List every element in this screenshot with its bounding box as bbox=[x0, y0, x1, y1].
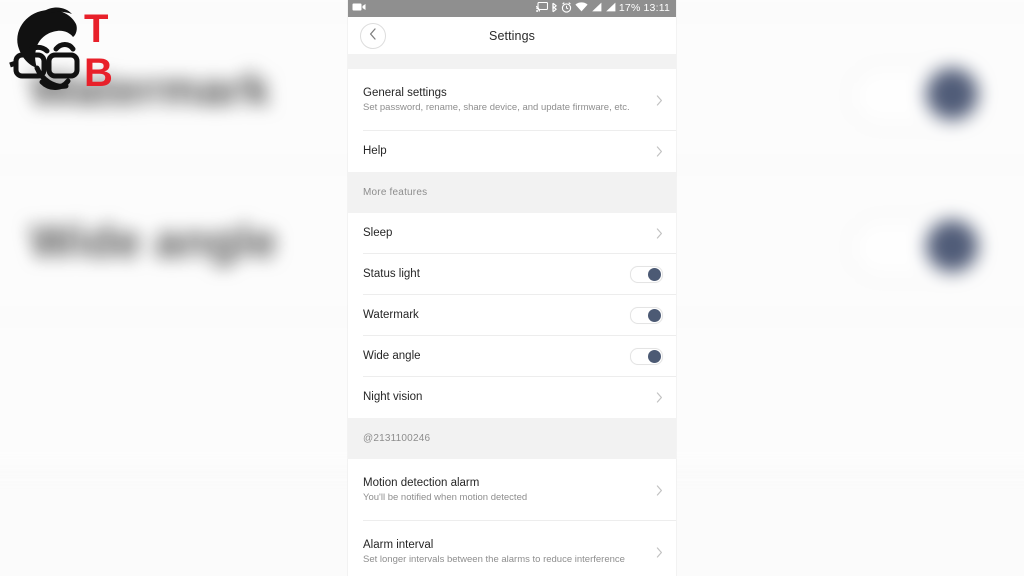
row-title: Night vision bbox=[363, 391, 423, 404]
status-bar-left-icons bbox=[352, 2, 366, 15]
row-help[interactable]: Help bbox=[348, 131, 676, 172]
section-header-more-features: More features bbox=[348, 172, 676, 213]
row-night-vision[interactable]: Night vision bbox=[348, 377, 676, 418]
svg-text:B: B bbox=[84, 51, 113, 95]
title-bar: Settings bbox=[348, 17, 676, 54]
signal-bar-icon-1 bbox=[591, 2, 602, 15]
row-text-block: Night vision bbox=[363, 390, 656, 404]
settings-group-more-features: Sleep Status light Watermark Wide angle … bbox=[348, 213, 676, 418]
row-wide-angle[interactable]: Wide angle bbox=[348, 336, 676, 377]
row-subtitle: Set password, rename, share device, and … bbox=[363, 102, 630, 114]
phone-screenshot-panel: 17% 13:11 Settings General settings Set … bbox=[348, 0, 676, 576]
row-text-block: Wide angle bbox=[363, 349, 630, 363]
toggle-knob bbox=[648, 268, 661, 281]
toggle-status-light[interactable] bbox=[630, 266, 663, 283]
clock: 13:11 bbox=[643, 2, 670, 15]
chevron-right-icon bbox=[656, 228, 663, 239]
chevron-right-icon bbox=[656, 146, 663, 157]
section-spacer bbox=[348, 54, 676, 69]
back-button[interactable] bbox=[360, 22, 386, 49]
row-text-block: Status light bbox=[363, 267, 630, 281]
row-title: General settings bbox=[363, 86, 447, 99]
row-sleep[interactable]: Sleep bbox=[348, 213, 676, 254]
row-text-block: Watermark bbox=[363, 308, 630, 322]
row-title: Watermark bbox=[363, 309, 419, 322]
row-title: Sleep bbox=[363, 227, 393, 240]
toggle-watermark[interactable] bbox=[630, 307, 663, 324]
signal-bar-icon-2 bbox=[605, 2, 616, 15]
row-title: Motion detection alarm bbox=[363, 476, 480, 489]
row-title: Help bbox=[363, 145, 387, 158]
chevron-right-icon bbox=[656, 546, 663, 558]
settings-group-general: General settings Set password, rename, s… bbox=[348, 69, 676, 172]
alarm-clock-icon bbox=[561, 1, 572, 16]
row-status-light[interactable]: Status light bbox=[348, 254, 676, 295]
chevron-right-icon bbox=[656, 484, 663, 496]
backdrop-toggle-knob bbox=[926, 220, 978, 272]
row-title: Wide angle bbox=[363, 350, 421, 363]
chevron-left-icon bbox=[369, 27, 377, 45]
row-subtitle: You'll be notified when motion detected bbox=[363, 492, 528, 504]
toggle-knob bbox=[648, 309, 661, 322]
toggle-wide-angle[interactable] bbox=[630, 348, 663, 365]
row-title: Alarm interval bbox=[363, 538, 434, 551]
row-general-settings[interactable]: General settings Set password, rename, s… bbox=[348, 69, 676, 131]
section-header-device-id: @2131100246 bbox=[348, 418, 676, 459]
chevron-right-icon bbox=[656, 94, 663, 106]
backdrop-row-label: Wide angle bbox=[30, 215, 278, 267]
row-alarm-interval[interactable]: Alarm interval Set longer intervals betw… bbox=[348, 521, 676, 576]
row-watermark[interactable]: Watermark bbox=[348, 295, 676, 336]
channel-watermark-logo: T B bbox=[4, 2, 116, 102]
page-title: Settings bbox=[489, 28, 535, 43]
wifi-icon bbox=[575, 2, 588, 15]
status-bar-right-icons: 17% 13:11 bbox=[533, 1, 670, 16]
video-camera-icon bbox=[352, 2, 366, 15]
row-text-block: Help bbox=[363, 144, 656, 158]
chevron-right-icon bbox=[656, 392, 663, 403]
row-text-block: Sleep bbox=[363, 226, 656, 240]
row-motion-detection-alarm[interactable]: Motion detection alarm You'll be notifie… bbox=[348, 459, 676, 521]
cast-screen-icon bbox=[533, 1, 548, 15]
row-text-block: Alarm interval Set longer intervals betw… bbox=[363, 538, 656, 566]
row-subtitle: Set longer intervals between the alarms … bbox=[363, 554, 625, 566]
settings-group-alarm: Motion detection alarm You'll be notifie… bbox=[348, 459, 676, 576]
toggle-knob bbox=[648, 350, 661, 363]
row-text-block: Motion detection alarm You'll be notifie… bbox=[363, 476, 656, 504]
battery-percentage: 17% bbox=[618, 2, 641, 15]
row-text-block: General settings Set password, rename, s… bbox=[363, 86, 656, 114]
status-bar: 17% 13:11 bbox=[348, 0, 676, 17]
bluetooth-icon bbox=[551, 2, 558, 16]
svg-text:T: T bbox=[84, 7, 108, 51]
row-title: Status light bbox=[363, 268, 420, 281]
backdrop-toggle-knob bbox=[926, 68, 978, 120]
